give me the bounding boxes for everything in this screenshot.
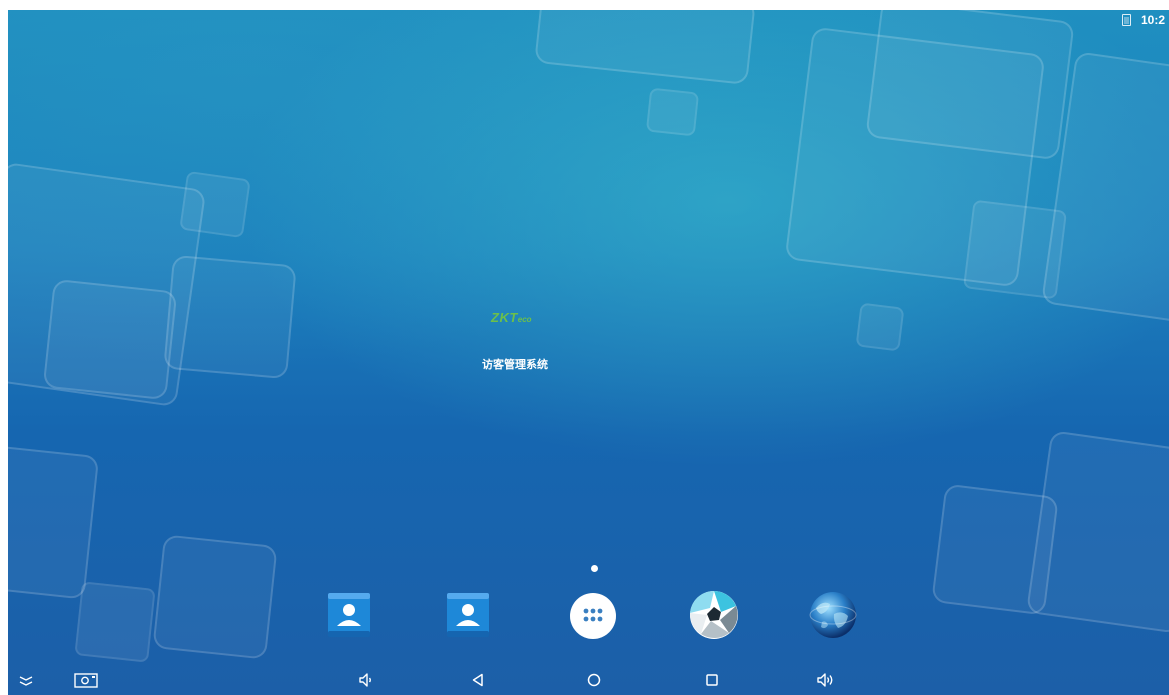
logo-sub-text: eco — [517, 315, 532, 324]
volume-up-button[interactable] — [814, 669, 838, 691]
aperture-icon — [689, 590, 738, 639]
status-time: 10:2 — [1140, 13, 1165, 27]
grid-dots-icon — [570, 593, 616, 639]
wallpaper-shape — [855, 302, 905, 352]
wallpaper-shape — [962, 199, 1068, 300]
volume-down-icon — [359, 673, 371, 687]
app-caption: 访客管理系统 — [482, 358, 548, 371]
status-bar: 10:2 — [1121, 10, 1169, 30]
wallpaper-shape — [645, 87, 700, 137]
navigation-bar — [8, 665, 1169, 695]
dock-contacts-app-1[interactable] — [324, 590, 374, 640]
wallpaper-shape — [865, 10, 1075, 161]
volume-down-button[interactable] — [354, 669, 378, 691]
wallpaper-shape — [534, 10, 756, 85]
sim-card-icon — [1121, 14, 1131, 26]
dock-camera-app[interactable] — [689, 590, 739, 640]
expand-button[interactable] — [14, 669, 38, 691]
contact-card-icon — [447, 593, 489, 637]
screenshot-button[interactable] — [74, 669, 98, 691]
wallpaper-shape — [152, 534, 278, 660]
page-indicator-dot — [591, 565, 598, 572]
expand-icon — [19, 676, 33, 686]
contact-card-icon — [328, 593, 370, 637]
wallpaper-shape — [1025, 430, 1169, 634]
globe-icon — [809, 592, 857, 638]
volume-up-icon — [817, 673, 833, 687]
wallpaper-shape — [8, 444, 100, 600]
dock-browser-app[interactable] — [808, 590, 858, 640]
logo-main-text: ZKT — [491, 310, 518, 325]
wallpaper-shape — [42, 278, 178, 401]
screenshot-icon — [74, 673, 98, 688]
home-screen: 10:2 ZKTeco 访客管理系统 — [8, 10, 1169, 695]
back-button[interactable] — [466, 669, 490, 691]
wallpaper-shape — [163, 254, 297, 380]
dock-contacts-app-2[interactable] — [443, 590, 493, 640]
wallpaper-shape — [179, 170, 251, 239]
home-button[interactable] — [582, 669, 606, 691]
recents-button[interactable] — [700, 669, 724, 691]
home-icon — [587, 673, 601, 687]
recents-icon — [706, 674, 718, 686]
wallpaper-shape — [74, 581, 156, 663]
dock-app-drawer[interactable] — [568, 590, 618, 640]
zkteco-logo: ZKTeco — [491, 310, 532, 325]
back-icon — [472, 673, 483, 687]
